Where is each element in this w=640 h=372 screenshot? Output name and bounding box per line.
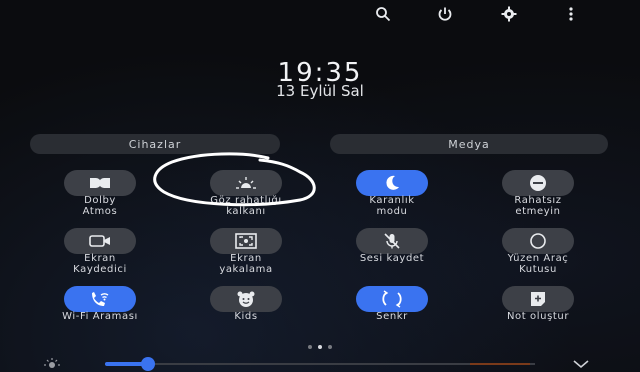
screenshot-toggle[interactable] <box>210 228 282 254</box>
tile-label: Ekran Kaydedici <box>73 253 127 275</box>
tile-floating-toolbox[interactable]: Yüzen Araç Kutusu <box>478 228 598 288</box>
tile-label: Dolby Atmos <box>82 195 118 217</box>
note-add-icon <box>531 292 545 306</box>
gear-icon[interactable] <box>498 4 520 24</box>
page-dot-active <box>318 345 322 349</box>
moon-icon <box>386 175 399 190</box>
brightness-icon <box>44 358 60 368</box>
media-button[interactable]: Medya <box>330 134 608 154</box>
tile-screen-recorder[interactable]: Ekran Kaydedici <box>40 228 160 288</box>
kids-toggle[interactable] <box>210 286 282 312</box>
tile-label: Yüzen Araç Kutusu <box>507 253 569 275</box>
tile-create-note[interactable]: Not oluştur <box>478 286 598 346</box>
dark-mode-toggle[interactable] <box>356 170 428 196</box>
video-icon <box>89 235 110 247</box>
wifi-calling-toggle[interactable] <box>64 286 136 312</box>
minus-circle-icon <box>530 175 546 191</box>
sync-icon <box>382 290 402 308</box>
dolby-toggle[interactable] <box>64 170 136 196</box>
power-icon[interactable] <box>434 4 456 24</box>
dnd-toggle[interactable] <box>502 170 574 196</box>
page-dot <box>328 345 332 349</box>
tile-label: Kids <box>234 311 258 322</box>
mic-off-icon <box>384 233 400 249</box>
floating-toolbox-toggle[interactable] <box>502 228 574 254</box>
chevron-down-icon[interactable] <box>572 358 590 370</box>
tile-label: Sesi kaydet <box>359 253 425 264</box>
screenshot-icon <box>235 233 257 249</box>
tile-do-not-disturb[interactable]: Rahatsız etmeyin <box>478 170 598 230</box>
clock-date: 13 Eylül Sal <box>276 82 364 100</box>
page-dot <box>308 345 312 349</box>
tile-dark-mode[interactable]: Karanlık modu <box>332 170 452 230</box>
tile-label: Wi-Fi Araması <box>62 311 138 322</box>
brightness-slider-thumb[interactable] <box>141 357 155 371</box>
wifi-call-icon <box>92 292 109 306</box>
page-indicator <box>0 345 640 351</box>
screen-recorder-toggle[interactable] <box>64 228 136 254</box>
tile-sync[interactable]: Senkr <box>332 286 452 346</box>
hand-drawn-circle-annotation <box>153 152 316 207</box>
create-note-toggle[interactable] <box>502 286 574 312</box>
record-audio-toggle[interactable] <box>356 228 428 254</box>
tile-screenshot[interactable]: Ekran yakalama <box>186 228 306 288</box>
top-toolbar <box>372 4 592 24</box>
tile-label: Ekran yakalama <box>219 253 273 275</box>
brightness-control <box>0 356 640 372</box>
tile-record-audio[interactable]: Sesi kaydet <box>332 228 452 288</box>
tile-kids[interactable]: Kids <box>186 286 306 346</box>
dolby-icon <box>90 178 110 188</box>
kids-icon <box>237 291 255 307</box>
circle-icon <box>530 233 546 249</box>
search-icon[interactable] <box>372 4 394 24</box>
brightness-slider-warm-zone <box>470 363 530 365</box>
tile-label: Senkr <box>376 311 408 322</box>
tile-wifi-calling[interactable]: Wi-Fi Araması <box>40 286 160 346</box>
tile-label: Karanlık modu <box>369 195 415 217</box>
tile-dolby-atmos[interactable]: Dolby Atmos <box>40 170 160 230</box>
tile-label: Not oluştur <box>506 311 570 322</box>
sync-toggle[interactable] <box>356 286 428 312</box>
more-options-icon[interactable] <box>560 4 582 24</box>
tile-label: Rahatsız etmeyin <box>514 195 562 217</box>
